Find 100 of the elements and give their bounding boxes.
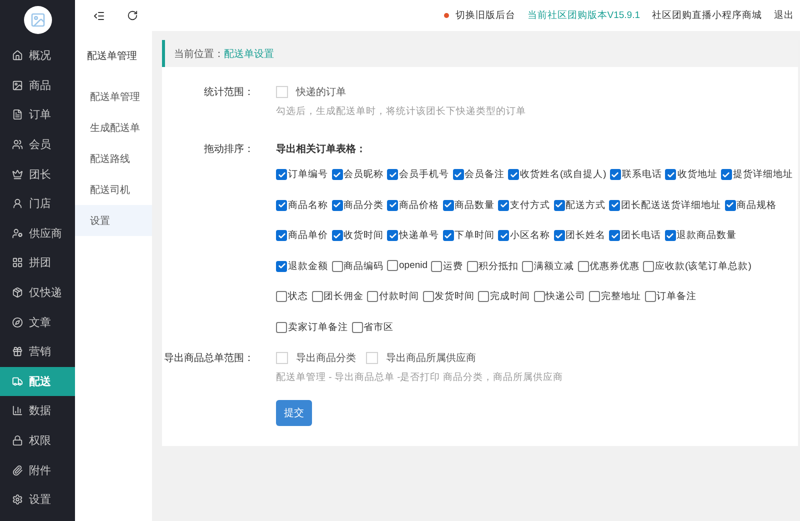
logo-icon <box>24 6 52 34</box>
checkbox[interactable]: 商品名称 <box>276 198 328 212</box>
checkmark-icon <box>278 201 286 209</box>
top-link[interactable]: 切换旧版后台 <box>444 9 516 22</box>
subnav-item[interactable]: 配送司机 <box>75 174 152 205</box>
paperclip-icon <box>12 464 23 476</box>
gift-icon <box>12 346 23 358</box>
checkbox[interactable]: 满额立减 <box>522 260 574 272</box>
settings-icon <box>12 494 23 506</box>
grid-icon <box>12 257 23 268</box>
checkbox[interactable]: 运费 <box>431 260 464 272</box>
checkbox[interactable]: 商品编码 <box>332 260 384 272</box>
checkbox[interactable]: 导出商品所属供应商 <box>366 351 476 365</box>
sidebar-item[interactable]: 附件 <box>0 455 75 485</box>
crown-icon <box>12 168 23 180</box>
checkbox[interactable]: 配送方式 <box>554 198 606 212</box>
sidebar-item[interactable]: 营销 <box>0 336 75 367</box>
checkbox[interactable]: 优惠券优惠 <box>578 260 640 272</box>
sidebar-item[interactable]: 订单 <box>0 100 75 130</box>
home-icon <box>12 50 23 62</box>
top-link[interactable]: 社区团购直播小程序商城 <box>652 9 762 22</box>
image-icon <box>12 80 23 91</box>
sidebar-item[interactable]: 会员 <box>0 130 75 160</box>
checkmark-icon <box>666 232 674 240</box>
checkbox[interactable]: 状态 <box>276 290 308 303</box>
subnav-item[interactable]: 设置 <box>75 205 152 236</box>
checkbox[interactable]: 商品价格 <box>387 198 439 212</box>
checkbox[interactable]: 积分抵扣 <box>466 260 519 272</box>
checkmark-icon <box>555 232 563 240</box>
checkbox[interactable]: 团长配送送货详细地址 <box>609 198 721 212</box>
checkbox[interactable]: 付款时间 <box>367 290 419 303</box>
checkbox[interactable]: 快递单号 <box>387 229 439 242</box>
checkbox[interactable]: 支付方式 <box>498 198 550 212</box>
subnav-item[interactable]: 配送单管理 <box>75 81 152 112</box>
checkmark-icon <box>444 201 452 209</box>
checkmark-icon <box>444 232 452 240</box>
subnav-item[interactable]: 生成配送单 <box>75 112 152 143</box>
sidebar-item[interactable]: 权限 <box>0 426 75 456</box>
checkbox[interactable]: 团长姓名 <box>554 229 606 242</box>
hint-text: 勾选后，生成配送单时，将统计该团长下快递类型的订单 <box>276 105 526 118</box>
field-label: 统计范围： <box>203 86 255 100</box>
subnav-item[interactable]: 配送路线 <box>75 143 152 174</box>
sidebar-item[interactable]: 概况 <box>0 41 75 71</box>
checkbox[interactable]: 联系电话 <box>610 168 662 181</box>
checkbox[interactable]: 完成时间 <box>478 290 530 303</box>
checkbox[interactable]: 会员备注 <box>452 168 504 181</box>
checkbox[interactable]: 退款商品数量 <box>664 229 736 242</box>
sidebar-item[interactable]: 团长 <box>0 159 75 189</box>
checkbox[interactable]: 退款金额 <box>276 260 328 272</box>
subnav-title: 配送单管理 <box>86 50 138 64</box>
checkbox[interactable]: 快递公司 <box>534 290 586 303</box>
checkmark-icon <box>388 170 396 178</box>
checkbox[interactable]: 完整地址 <box>589 290 641 303</box>
checkbox[interactable]: 收货姓名(或自提人) <box>508 168 606 181</box>
checkbox[interactable]: 快递的订单 <box>276 85 516 99</box>
menu-icon[interactable] <box>93 10 105 22</box>
checkbox[interactable]: 省市区 <box>352 320 394 334</box>
checkbox[interactable]: 卖家订单备注 <box>276 320 348 334</box>
top-link[interactable]: 退出 <box>774 9 794 22</box>
checkbox[interactable]: 发货时间 <box>422 290 474 303</box>
checkbox[interactable]: 订单编号 <box>276 168 328 181</box>
status-dot-icon <box>444 13 450 18</box>
checkbox[interactable]: 导出商品分类 <box>276 351 356 365</box>
checkbox[interactable]: 收货地址 <box>665 168 718 181</box>
sidebar-item[interactable]: 设置 <box>0 484 75 514</box>
submit-button[interactable]: 提交 <box>276 400 312 426</box>
checkbox[interactable]: 订单备注 <box>644 290 696 303</box>
checkbox[interactable]: 商品数量 <box>442 198 494 212</box>
checkbox[interactable]: openid <box>387 260 428 270</box>
checkbox[interactable]: 商品单价 <box>276 229 328 242</box>
checkmark-icon <box>611 170 620 178</box>
sidebar-item[interactable]: 门店 <box>0 188 75 219</box>
checkmark-icon <box>722 170 730 178</box>
user-icon <box>12 228 23 239</box>
checkbox[interactable]: 会员手机号 <box>387 168 449 181</box>
sidebar-item[interactable]: 供应商 <box>0 218 75 248</box>
checkbox[interactable]: 下单时间 <box>442 229 494 242</box>
lock-icon <box>12 435 23 446</box>
checkbox[interactable]: 提货详细地址 <box>720 168 793 181</box>
sidebar-item[interactable]: 仅快递 <box>0 278 75 308</box>
checkbox[interactable]: 商品分类 <box>332 198 384 212</box>
document-icon <box>12 109 23 120</box>
user-icon <box>12 198 23 210</box>
checkmark-icon <box>666 170 675 178</box>
sidebar-item[interactable]: 文章 <box>0 307 75 337</box>
checkbox[interactable]: 收货时间 <box>332 229 384 242</box>
checkbox[interactable]: 应收款(该笔订单总款) <box>643 260 752 272</box>
sidebar-item[interactable]: 数据 <box>0 396 75 426</box>
checkmark-icon <box>610 232 618 240</box>
checkbox[interactable]: 团长佣金 <box>312 290 364 303</box>
checkbox[interactable]: 团长电话 <box>609 229 661 242</box>
refresh-icon[interactable] <box>127 10 138 21</box>
sidebar-item[interactable]: 商品 <box>0 70 75 100</box>
checkmark-icon <box>500 232 508 240</box>
checkbox[interactable]: 会员昵称 <box>332 168 384 181</box>
hint-text: 配送单管理 - 导出商品总单 -是否打印 商品分类，商品所属供应商 <box>276 371 563 384</box>
checkmark-icon <box>555 201 563 209</box>
checkbox[interactable]: 商品规格 <box>724 198 776 212</box>
checkbox[interactable]: 小区名称 <box>498 229 550 242</box>
sidebar-item[interactable]: 拼团 <box>0 248 75 278</box>
